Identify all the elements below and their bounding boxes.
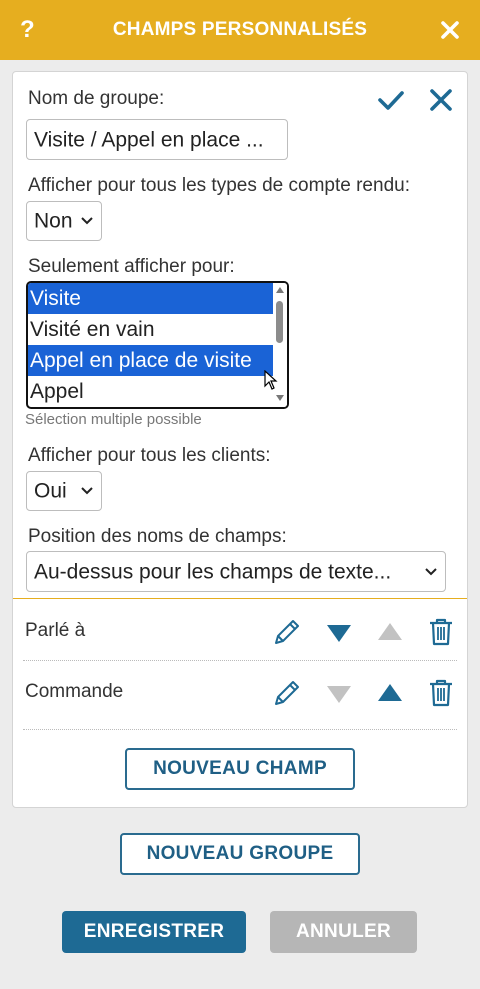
move-up-icon-disabled xyxy=(378,623,402,640)
only-show-label: Seulement afficher pour: xyxy=(28,256,235,277)
all-clients-select[interactable]: Oui xyxy=(26,471,102,511)
scroll-up-icon[interactable] xyxy=(276,287,284,293)
group-name-label: Nom de groupe: xyxy=(28,88,165,109)
dialog-header: ? CHAMPS PERSONNALISÉS xyxy=(0,0,480,60)
group-name-input[interactable]: Visite / Appel en place ... xyxy=(26,119,288,160)
row-separator xyxy=(23,660,457,661)
field-name: Commande xyxy=(25,681,124,702)
mouse-cursor-icon xyxy=(264,370,278,390)
close-icon[interactable] xyxy=(436,16,464,44)
edit-pencil-icon[interactable] xyxy=(271,677,303,709)
field-name: Parlé à xyxy=(25,620,86,641)
scrollbar-thumb[interactable] xyxy=(276,301,283,343)
cancel-edit-icon[interactable] xyxy=(425,84,457,116)
move-down-icon[interactable] xyxy=(323,616,355,648)
all-types-label: Afficher pour tous les types de compte r… xyxy=(28,175,410,196)
row-separator xyxy=(23,729,457,730)
listbox-option[interactable]: Visité en vain xyxy=(28,314,273,345)
save-button[interactable]: ENREGISTRER xyxy=(62,911,246,953)
chevron-down-icon xyxy=(81,487,93,495)
listbox-option[interactable]: Appel en place de visite xyxy=(28,345,273,376)
field-position-select[interactable]: Au-dessus pour les champs de texte... xyxy=(26,551,446,592)
confirm-check-icon[interactable] xyxy=(375,84,407,116)
move-up-icon[interactable] xyxy=(374,677,406,709)
section-divider xyxy=(13,598,467,599)
dialog-title: CHAMPS PERSONNALISÉS xyxy=(112,19,368,40)
field-position-label: Position des noms de champs: xyxy=(28,526,287,547)
delete-trash-icon[interactable] xyxy=(425,616,457,648)
cancel-button: ANNULER xyxy=(270,911,417,953)
new-field-button[interactable]: NOUVEAU CHAMP xyxy=(125,748,355,790)
all-types-select[interactable]: Non xyxy=(26,201,102,241)
all-clients-label: Afficher pour tous les clients: xyxy=(28,445,271,466)
chevron-down-icon xyxy=(81,217,93,225)
group-card: Nom de groupe: Visite / Appel en place .… xyxy=(12,71,468,808)
delete-trash-icon[interactable] xyxy=(425,677,457,709)
move-down-icon-disabled xyxy=(327,686,351,703)
scroll-down-icon[interactable] xyxy=(276,395,284,401)
multi-select-hint: Sélection multiple possible xyxy=(25,411,202,428)
chevron-down-icon xyxy=(425,567,437,575)
listbox-option[interactable]: Appel xyxy=(28,376,273,407)
report-types-listbox[interactable]: Visite Visité en vain Appel en place de … xyxy=(26,281,289,409)
new-group-button[interactable]: NOUVEAU GROUPE xyxy=(120,833,360,875)
edit-pencil-icon[interactable] xyxy=(271,616,303,648)
listbox-option[interactable]: Visite xyxy=(28,283,273,314)
